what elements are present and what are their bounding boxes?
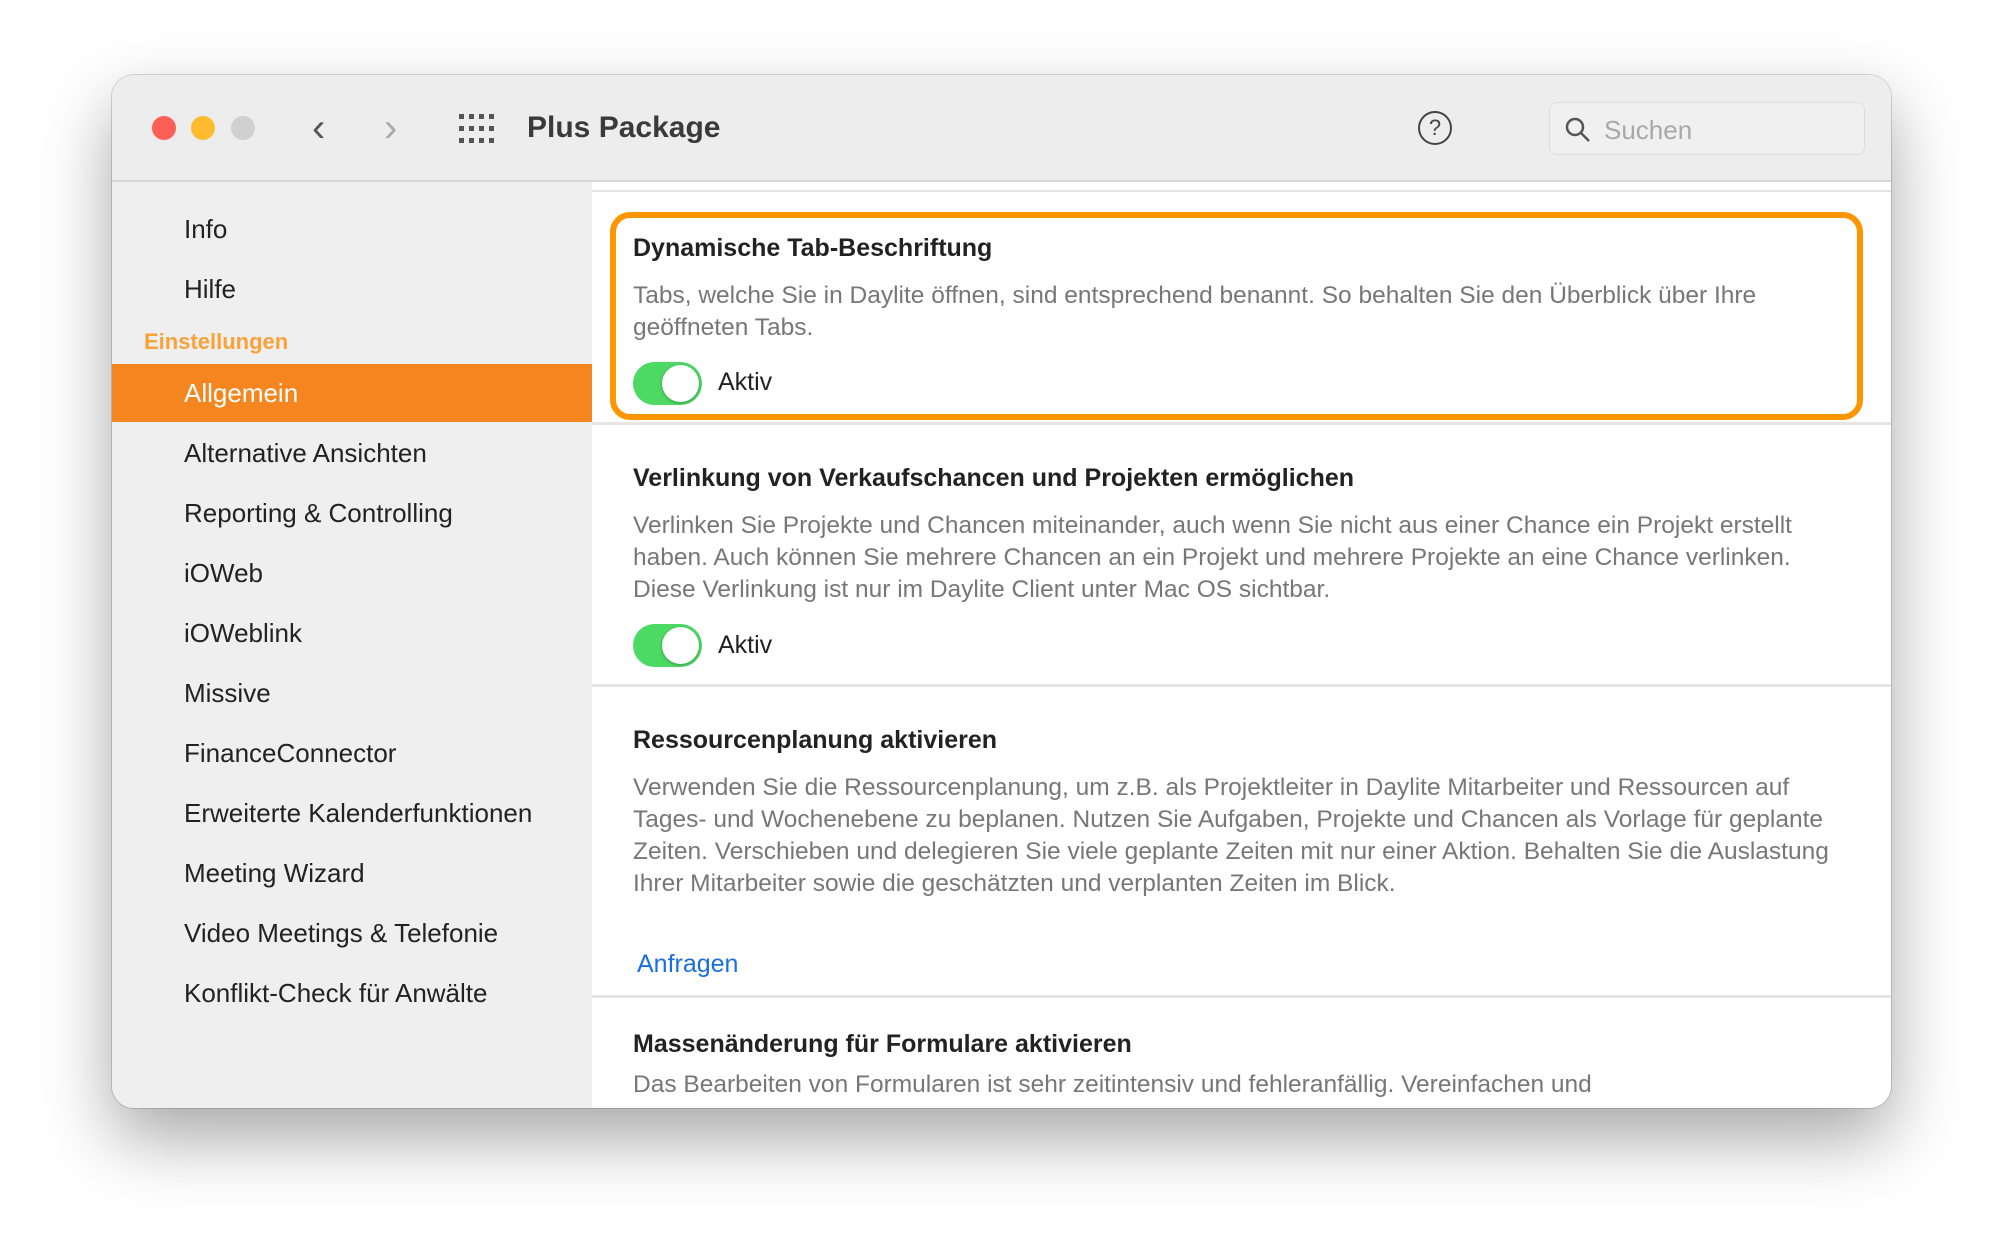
sidebar-item-reporting[interactable]: Reporting & Controlling [112, 484, 592, 542]
titlebar: ‹ › Plus Package ? Suchen [112, 75, 1891, 182]
request-link[interactable]: Anfragen [637, 950, 738, 979]
close-button[interactable] [152, 116, 176, 140]
toggle-label: Aktiv [718, 368, 773, 396]
sidebar-item-kalenderfunktionen[interactable]: Erweiterte Kalenderfunktionen [112, 784, 592, 842]
divider [592, 995, 1891, 998]
divider [592, 190, 1891, 192]
search-icon [1565, 117, 1590, 142]
sidebar: Info Hilfe Einstellungen Allgemein Alter… [112, 182, 592, 1108]
sidebar-item-meeting-wizard[interactable]: Meeting Wizard [112, 844, 592, 902]
section-title: Dynamische Tab-Beschriftung [633, 234, 993, 262]
sidebar-item-ioweblink[interactable]: iOWeblink [112, 604, 592, 662]
sidebar-item-video-meetings[interactable]: Video Meetings & Telefonie [112, 904, 592, 962]
section-description: Das Bearbeiten von Formularen ist sehr z… [633, 1071, 1592, 1098]
sidebar-item-ioweb[interactable]: iOWeb [112, 544, 592, 602]
minimize-button[interactable] [191, 116, 215, 140]
toggle-label: Aktiv [718, 631, 773, 659]
sidebar-item-info[interactable]: Info [112, 200, 592, 258]
app-window: ‹ › Plus Package ? Suchen Info Hilfe Ein… [112, 75, 1891, 1108]
sidebar-section-header: Einstellungen [144, 329, 289, 354]
section-title: Ressourcenplanung aktivieren [633, 726, 998, 754]
sidebar-item-missive[interactable]: Missive [112, 664, 592, 722]
chevron-right-icon[interactable]: › [384, 105, 397, 151]
sidebar-item-allgemein[interactable]: Allgemein [112, 364, 592, 422]
section-title: Massenänderung für Formulare aktivieren [633, 1030, 1132, 1058]
sidebar-item-financeconnector[interactable]: FinanceConnector [112, 724, 592, 782]
grid-icon[interactable] [459, 114, 495, 144]
sidebar-item-konflikt-check[interactable]: Konflikt-Check für Anwälte [112, 964, 592, 1022]
divider [592, 684, 1891, 687]
sidebar-item-alternative-ansichten[interactable]: Alternative Ansichten [112, 424, 592, 482]
zoom-button[interactable] [231, 116, 255, 140]
search-input[interactable]: Suchen [1549, 102, 1865, 155]
sidebar-item-hilfe[interactable]: Hilfe [112, 260, 592, 318]
chevron-left-icon[interactable]: ‹ [312, 105, 325, 151]
settings-content: Dynamische Tab-Beschriftung Tabs, welche… [592, 182, 1891, 1108]
window-title: Plus Package [527, 111, 721, 144]
help-icon[interactable]: ? [1418, 111, 1452, 145]
section-description: Verwenden Sie die Ressourcenplanung, um … [633, 774, 1829, 897]
toggle-switch[interactable] [633, 624, 702, 667]
toggle-switch[interactable] [633, 362, 702, 405]
section-title: Verlinkung von Verkaufschancen und Proje… [633, 464, 1355, 492]
section-description: Tabs, welche Sie in Daylite öffnen, sind… [633, 282, 1757, 341]
search-placeholder: Suchen [1604, 115, 1693, 145]
section-description: Verlinken Sie Projekte und Chancen mitei… [633, 512, 1792, 603]
divider [592, 422, 1891, 425]
